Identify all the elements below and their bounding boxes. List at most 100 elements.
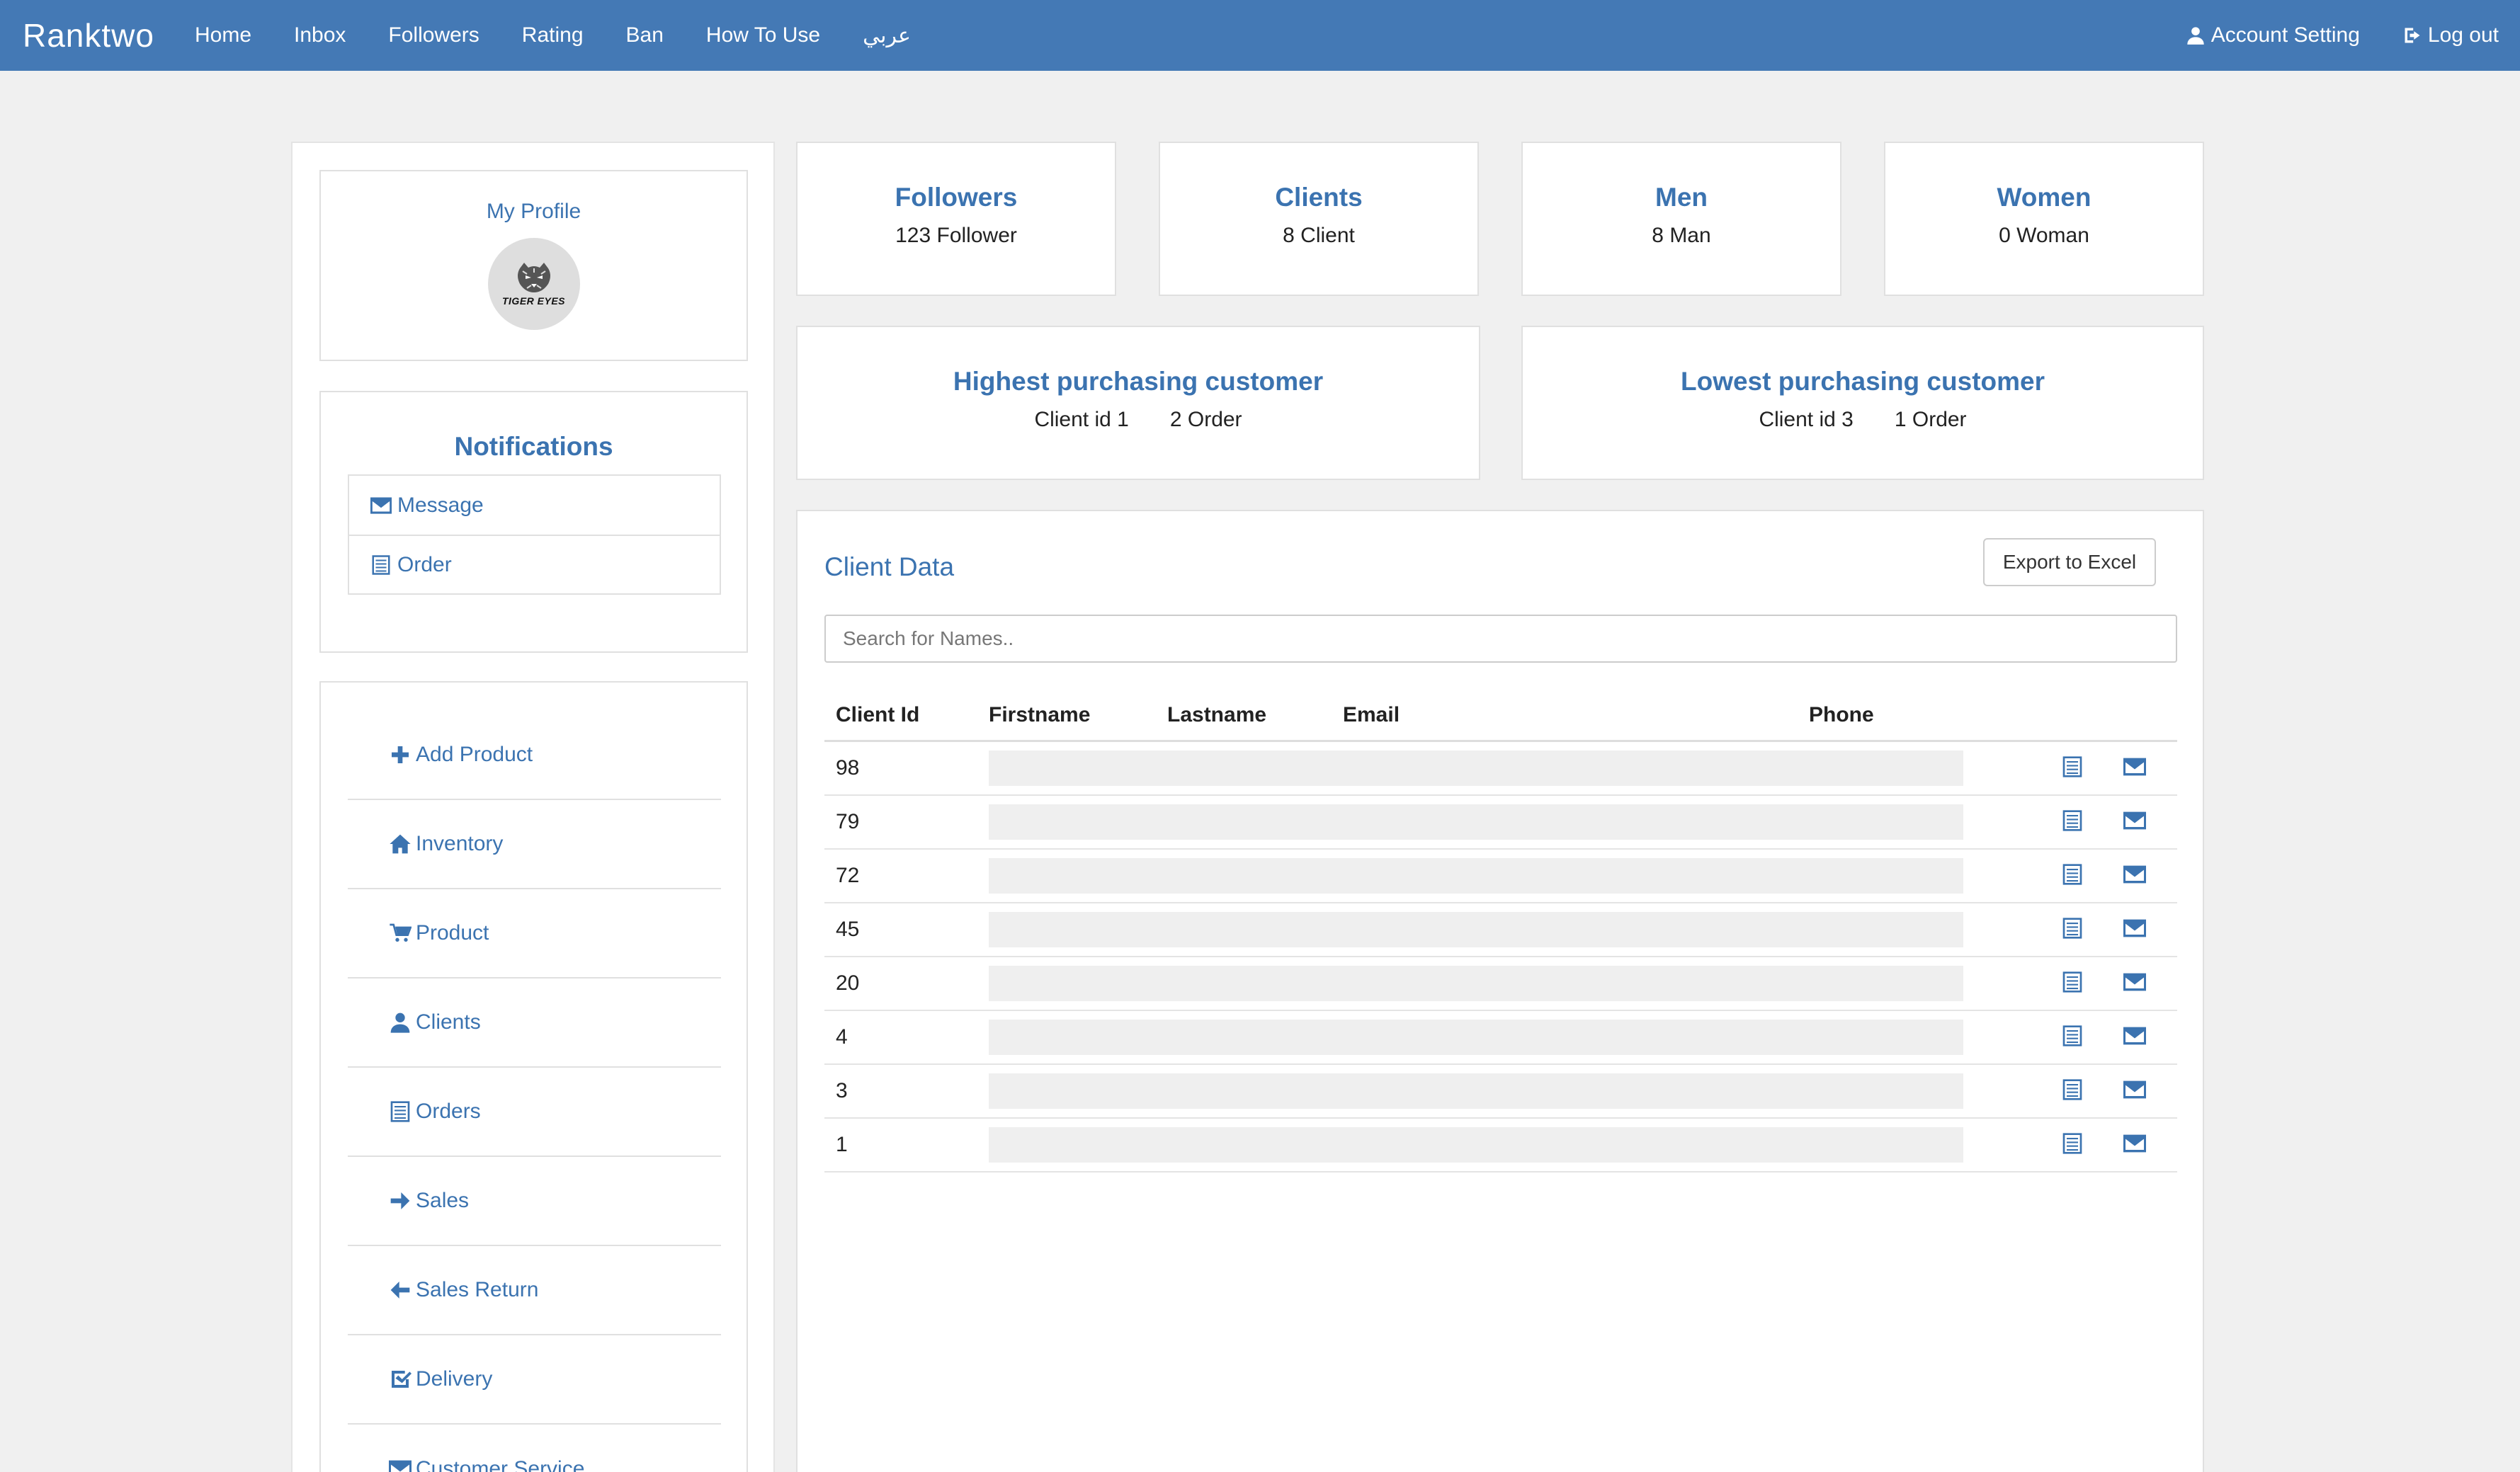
lowest-customer-title: Lowest purchasing customer xyxy=(1681,367,2045,396)
cart-icon xyxy=(389,922,416,945)
menu-inventory-label: Inventory xyxy=(416,832,504,855)
send-message-envelope-icon[interactable] xyxy=(2123,809,2147,835)
menu-add-product[interactable]: Add Product xyxy=(348,711,721,800)
menu-add-product-label: Add Product xyxy=(416,743,533,766)
view-orders-list-icon[interactable] xyxy=(2061,1132,2084,1158)
check-icon xyxy=(389,1368,416,1391)
menu-customer-service[interactable]: Customer Service xyxy=(348,1425,721,1472)
table-row: 45 xyxy=(824,903,2177,957)
nav-ban[interactable]: Ban xyxy=(626,23,664,47)
logout-link[interactable]: Log out xyxy=(2402,23,2499,47)
view-orders-list-icon[interactable] xyxy=(2061,1078,2084,1105)
menu-sales-return[interactable]: Sales Return xyxy=(348,1246,721,1335)
nav-followers[interactable]: Followers xyxy=(388,23,479,47)
profile-panel: My Profile TIGER EYES xyxy=(319,170,748,361)
nav-how-to-use[interactable]: How To Use xyxy=(706,23,820,47)
lowest-customer-orders: 1 Order xyxy=(1894,408,1967,431)
logout-icon xyxy=(2405,28,2420,43)
user-icon xyxy=(2187,27,2204,45)
arrow-right-icon xyxy=(389,1189,416,1212)
followers-value: 123 Follower xyxy=(895,224,1017,247)
notification-message[interactable]: Message xyxy=(349,476,720,535)
row-client-id: 3 xyxy=(836,1079,848,1102)
menu-orders-label: Orders xyxy=(416,1100,481,1123)
lowest-customer-value: Client id 3 1 Order xyxy=(1523,408,2203,432)
women-value: 0 Woman xyxy=(1999,224,2089,247)
view-orders-list-icon[interactable] xyxy=(2061,863,2084,889)
search-names-input[interactable] xyxy=(824,615,2177,663)
redacted-row-details xyxy=(989,912,1963,947)
account-setting-link[interactable]: Account Setting xyxy=(2186,23,2360,47)
avatar[interactable]: TIGER EYES xyxy=(487,238,580,330)
clients-value: 8 Client xyxy=(1283,224,1355,247)
envelope-icon xyxy=(389,1458,416,1472)
nav-right: Account Setting Log out xyxy=(2143,23,2520,47)
view-orders-list-icon[interactable] xyxy=(2061,755,2084,782)
highest-customer-value: Client id 1 2 Order xyxy=(798,408,1479,432)
menu-delivery[interactable]: Delivery xyxy=(348,1335,721,1425)
tiger-logo-icon xyxy=(517,263,550,292)
avatar-text: TIGER EYES xyxy=(501,295,566,307)
menu-clients[interactable]: Clients xyxy=(348,979,721,1068)
send-message-envelope-icon[interactable] xyxy=(2123,863,2147,889)
nav-inbox[interactable]: Inbox xyxy=(294,23,346,47)
nav-rating[interactable]: Rating xyxy=(522,23,584,47)
redacted-row-details xyxy=(989,1073,1963,1109)
menu-sales[interactable]: Sales xyxy=(348,1157,721,1246)
send-message-envelope-icon[interactable] xyxy=(2123,971,2147,997)
user-icon xyxy=(389,1011,416,1034)
notification-order-label: Order xyxy=(397,552,452,576)
logout-label: Log out xyxy=(2427,23,2499,47)
table-row: 4 xyxy=(824,1011,2177,1065)
nav-home[interactable]: Home xyxy=(195,23,251,47)
table-header: Client Id Firstname Lastname Email Phone xyxy=(824,690,2177,742)
send-message-envelope-icon[interactable] xyxy=(2123,1078,2147,1105)
column-email: Email xyxy=(1343,702,1400,726)
view-orders-list-icon[interactable] xyxy=(2061,1025,2084,1051)
client-data-title: Client Data xyxy=(824,552,955,581)
highest-customer-title: Highest purchasing customer xyxy=(953,367,1324,396)
table-row: 3 xyxy=(824,1065,2177,1119)
send-message-envelope-icon[interactable] xyxy=(2123,755,2147,782)
notifications-list: Message Order xyxy=(348,474,721,595)
envelope-icon xyxy=(370,495,397,516)
column-firstname: Firstname xyxy=(989,702,1091,726)
row-client-id: 79 xyxy=(836,810,860,833)
nav-arabic[interactable]: عربي xyxy=(863,23,911,48)
menu-delivery-label: Delivery xyxy=(416,1367,493,1391)
redacted-row-details xyxy=(989,1127,1963,1163)
redacted-row-details xyxy=(989,804,1963,840)
menu-orders[interactable]: Orders xyxy=(348,1068,721,1157)
send-message-envelope-icon[interactable] xyxy=(2123,1132,2147,1158)
notification-message-label: Message xyxy=(397,493,484,517)
row-client-id: 98 xyxy=(836,756,860,780)
home-icon xyxy=(389,833,416,855)
view-orders-list-icon[interactable] xyxy=(2061,971,2084,997)
table-row: 79 xyxy=(824,796,2177,850)
export-to-excel-button[interactable]: Export to Excel xyxy=(1983,538,2156,586)
list-icon xyxy=(370,554,397,576)
menu-panel: Add Product Inventory Product Clients Or… xyxy=(319,681,748,1472)
row-client-id: 45 xyxy=(836,918,860,941)
nav-links: Home Inbox Followers Rating Ban How To U… xyxy=(195,23,953,48)
highest-customer-client: Client id 1 xyxy=(1034,408,1129,431)
view-orders-list-icon[interactable] xyxy=(2061,917,2084,943)
table-row: 1 xyxy=(824,1119,2177,1173)
my-profile-link[interactable]: My Profile xyxy=(321,200,747,224)
notifications-title: Notifications xyxy=(454,432,613,461)
brand-logo[interactable]: Ranktwo xyxy=(0,16,195,55)
notifications-panel: Notifications Message Order xyxy=(319,391,748,653)
men-card: Men 8 Man xyxy=(1521,142,1841,296)
table-row: 72 xyxy=(824,850,2177,903)
send-message-envelope-icon[interactable] xyxy=(2123,917,2147,943)
send-message-envelope-icon[interactable] xyxy=(2123,1025,2147,1051)
view-orders-list-icon[interactable] xyxy=(2061,809,2084,835)
menu-inventory[interactable]: Inventory xyxy=(348,800,721,889)
menu-product[interactable]: Product xyxy=(348,889,721,979)
men-title: Men xyxy=(1655,183,1708,212)
column-client-id: Client Id xyxy=(836,702,920,726)
notification-order[interactable]: Order xyxy=(349,535,720,593)
account-setting-label: Account Setting xyxy=(2210,23,2360,47)
men-value: 8 Man xyxy=(1652,224,1711,247)
menu-clients-label: Clients xyxy=(416,1010,481,1034)
